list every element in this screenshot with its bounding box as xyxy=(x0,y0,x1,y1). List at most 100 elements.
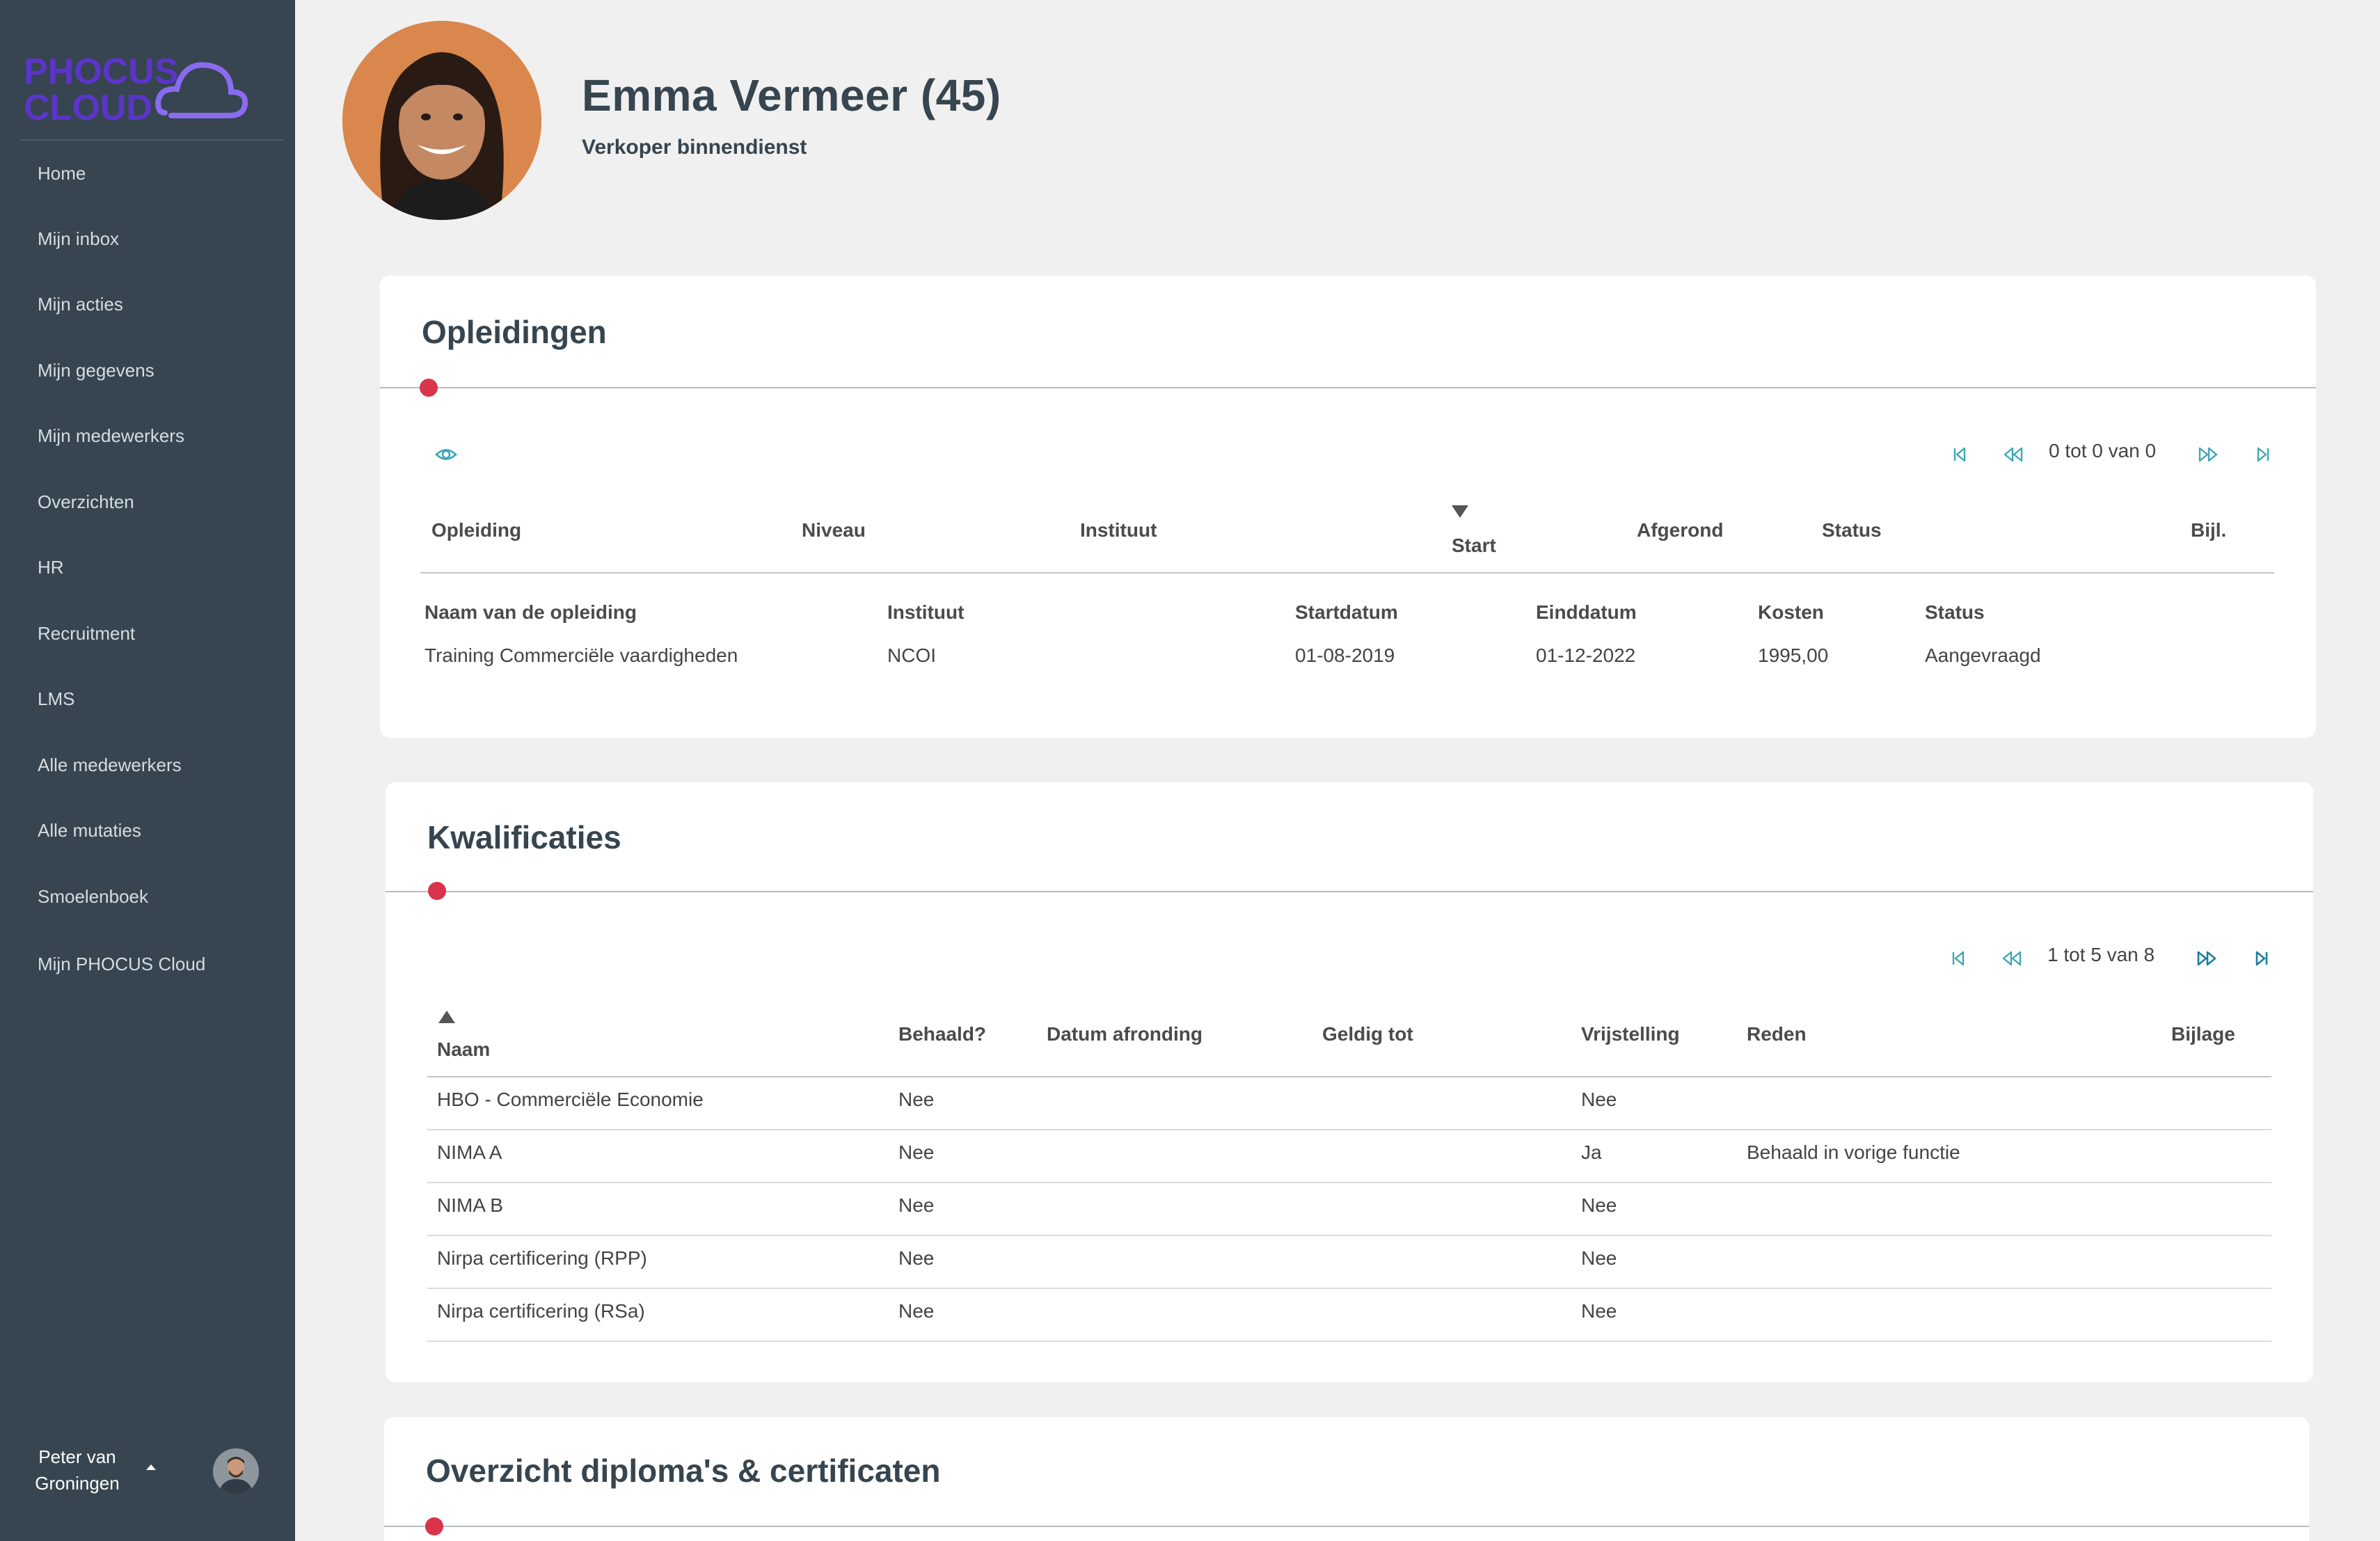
cell-behaald: Nee xyxy=(898,1300,935,1322)
col-geldig-tot[interactable]: Geldig tot xyxy=(1322,1023,1413,1045)
col-afgerond[interactable]: Afgerond xyxy=(1637,519,1723,542)
row-divider xyxy=(427,1288,2271,1289)
kwalificaties-card: Kwalificaties 1 tot 5 van 8 Naam Behaald… xyxy=(386,782,2313,1382)
cell-vrijstelling: Nee xyxy=(1581,1194,1617,1216)
sidebar-item-overzichten[interactable]: Overzichten xyxy=(38,491,134,513)
kwalificaties-title: Kwalificaties xyxy=(427,819,621,855)
cell-naam: Nirpa certificering (RSa) xyxy=(437,1300,645,1322)
sidebar-item-smoelenboek[interactable]: Smoelenboek xyxy=(38,886,148,908)
detail-value-naam: Training Commerciële vaardigheden xyxy=(425,645,738,666)
user-avatar[interactable] xyxy=(213,1448,259,1494)
cell-naam: NIMA B xyxy=(437,1194,503,1216)
sidebar-item-mijn-inbox[interactable]: Mijn inbox xyxy=(38,228,119,250)
col-bijlage[interactable]: Bijl. xyxy=(2191,519,2226,542)
diplomas-divider xyxy=(384,1526,2309,1527)
last-page-icon[interactable] xyxy=(2252,443,2276,466)
user-menu-name[interactable]: Peter van Groningen xyxy=(25,1444,129,1496)
opleidingen-pager-text: 0 tot 0 van 0 xyxy=(2049,440,2157,461)
cell-naam: Nirpa certificering (RPP) xyxy=(437,1247,647,1269)
kwalificaties-pager-text: 1 tot 5 van 8 xyxy=(2047,944,2155,965)
detail-header-status: Status xyxy=(1925,601,1985,623)
sidebar-item-mijn-acties[interactable]: Mijn acties xyxy=(38,294,123,315)
next-page-icon[interactable] xyxy=(2196,443,2220,466)
profile-name: Emma Vermeer (45) xyxy=(582,70,1001,120)
user-name-line1: Peter van xyxy=(38,1446,116,1467)
logo-line1: PHOCUS xyxy=(24,52,178,92)
logo-line2: CLOUD xyxy=(24,88,152,128)
previous-page-icon[interactable] xyxy=(2000,947,2024,970)
cell-vrijstelling: Nee xyxy=(1581,1089,1617,1110)
detail-value-status: Aangevraagd xyxy=(1925,645,2041,666)
col-niveau[interactable]: Niveau xyxy=(802,519,866,542)
sidebar-item-recruitment[interactable]: Recruitment xyxy=(38,623,135,645)
sort-descending-icon[interactable] xyxy=(1452,505,1468,518)
kwalificaties-status-dot xyxy=(428,882,446,900)
cell-naam: HBO - Commerciële Economie xyxy=(437,1089,704,1110)
col-status[interactable]: Status xyxy=(1822,519,1882,542)
opleidingen-status-dot xyxy=(420,379,438,397)
row-divider xyxy=(427,1235,2271,1236)
col-naam[interactable]: Naam xyxy=(437,1038,490,1061)
cell-vrijstelling: Nee xyxy=(1581,1247,1617,1269)
first-page-icon[interactable] xyxy=(1947,443,1971,466)
kwalificaties-header-line xyxy=(427,1076,2271,1077)
row-divider xyxy=(427,1129,2271,1130)
opleidingen-header-line xyxy=(420,572,2274,574)
eye-icon[interactable] xyxy=(434,443,458,466)
col-vrijstelling[interactable]: Vrijstelling xyxy=(1581,1023,1680,1045)
next-page-icon[interactable] xyxy=(2195,947,2219,970)
cell-reden: Behaald in vorige functie xyxy=(1747,1141,1960,1163)
sidebar-item-hr[interactable]: HR xyxy=(38,557,64,578)
col-start[interactable]: Start xyxy=(1452,535,1496,557)
col-reden[interactable]: Reden xyxy=(1747,1023,1807,1045)
col-instituut[interactable]: Instituut xyxy=(1080,519,1157,542)
diplomas-status-dot xyxy=(425,1517,443,1535)
phocus-cloud-logo[interactable]: PHOCUS CLOUD xyxy=(22,46,252,128)
opleidingen-card: Opleidingen 0 tot 0 van 0 Opleiding Nive… xyxy=(380,276,2316,738)
detail-header-instituut: Instituut xyxy=(887,601,965,623)
col-behaald[interactable]: Behaald? xyxy=(898,1023,986,1045)
last-page-icon[interactable] xyxy=(2251,947,2274,970)
detail-header-startdatum: Startdatum xyxy=(1295,601,1398,623)
diplomas-card: Overzicht diploma's & certificaten xyxy=(384,1417,2309,1541)
detail-value-instituut: NCOI xyxy=(887,645,936,666)
sort-ascending-icon[interactable] xyxy=(438,1011,455,1023)
cell-behaald: Nee xyxy=(898,1089,935,1110)
col-datum-afronding[interactable]: Datum afronding xyxy=(1047,1023,1203,1045)
row-divider xyxy=(427,1182,2271,1183)
diplomas-title: Overzicht diploma's & certificaten xyxy=(426,1453,941,1489)
first-page-icon[interactable] xyxy=(1946,947,1969,970)
cell-behaald: Nee xyxy=(898,1194,935,1216)
col-bijlage[interactable]: Bijlage xyxy=(2171,1023,2235,1045)
caret-up-icon[interactable] xyxy=(146,1464,156,1470)
sidebar: PHOCUS CLOUD Home Mijn inbox Mijn acties… xyxy=(0,0,295,1541)
sidebar-item-lms[interactable]: LMS xyxy=(38,688,74,710)
kwalificaties-divider xyxy=(386,891,2313,892)
detail-value-startdatum: 01-08-2019 xyxy=(1295,645,1395,666)
previous-page-icon[interactable] xyxy=(2001,443,2025,466)
opleidingen-divider xyxy=(380,387,2316,388)
sidebar-item-mijn-medewerkers[interactable]: Mijn medewerkers xyxy=(38,425,184,447)
col-opleiding[interactable]: Opleiding xyxy=(431,519,521,542)
profile-role: Verkoper binnendienst xyxy=(582,136,807,159)
profile-photo xyxy=(342,21,541,220)
row-divider xyxy=(427,1341,2271,1342)
sidebar-item-alle-mutaties[interactable]: Alle mutaties xyxy=(38,820,141,841)
sidebar-item-alle-medewerkers[interactable]: Alle medewerkers xyxy=(38,754,182,776)
user-name-line2: Groningen xyxy=(35,1473,120,1494)
detail-header-einddatum: Einddatum xyxy=(1536,601,1637,623)
sidebar-item-home[interactable]: Home xyxy=(38,163,86,184)
detail-header-naam: Naam van de opleiding xyxy=(425,601,637,623)
sidebar-item-mijn-gegevens[interactable]: Mijn gegevens xyxy=(38,360,154,381)
detail-header-kosten: Kosten xyxy=(1758,601,1824,623)
detail-value-einddatum: 01-12-2022 xyxy=(1536,645,1636,666)
cell-naam: NIMA A xyxy=(437,1141,502,1163)
cell-behaald: Nee xyxy=(898,1247,935,1269)
sidebar-item-mijn-phocus-cloud[interactable]: Mijn PHOCUS Cloud xyxy=(38,954,205,975)
cell-vrijstelling: Nee xyxy=(1581,1300,1617,1322)
cell-vrijstelling: Ja xyxy=(1581,1141,1602,1163)
detail-value-kosten: 1995,00 xyxy=(1758,645,1829,666)
cell-behaald: Nee xyxy=(898,1141,935,1163)
opleidingen-title: Opleidingen xyxy=(422,314,607,350)
logo-divider xyxy=(19,139,284,141)
